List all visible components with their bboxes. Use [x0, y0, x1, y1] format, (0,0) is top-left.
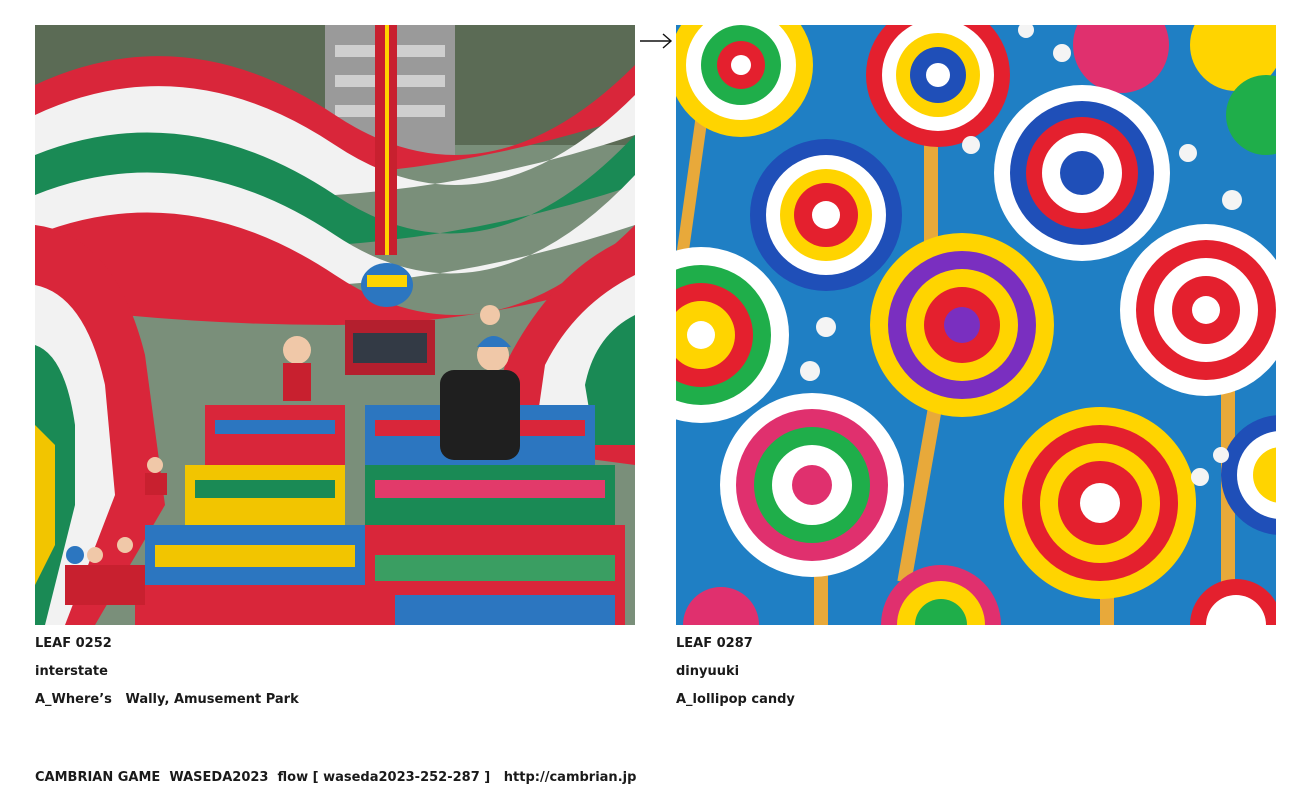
leaf-card-0287: LEAF 0287 dinyuuki A_lollipop candy — [676, 25, 1276, 714]
leaf-author: interstate — [35, 664, 108, 679]
leaf-prompt: A_lollipop candy — [676, 692, 795, 707]
leaf-prompt: A_Where’s Wally, Amusement Park — [35, 692, 299, 707]
leaf-id: LEAF 0287 — [676, 636, 753, 651]
right-arrow-icon — [639, 31, 674, 51]
amusement-park-image — [35, 25, 635, 625]
leaf-card-0252: LEAF 0252 interstate A_Where’s Wally, Am… — [35, 25, 635, 714]
leaf-id: LEAF 0252 — [35, 636, 112, 651]
footer-credit: CAMBRIAN GAME WASEDA2023 flow [ waseda20… — [35, 770, 637, 785]
leaf-author: dinyuuki — [676, 664, 740, 679]
lollipop-candy-image — [676, 25, 1276, 625]
